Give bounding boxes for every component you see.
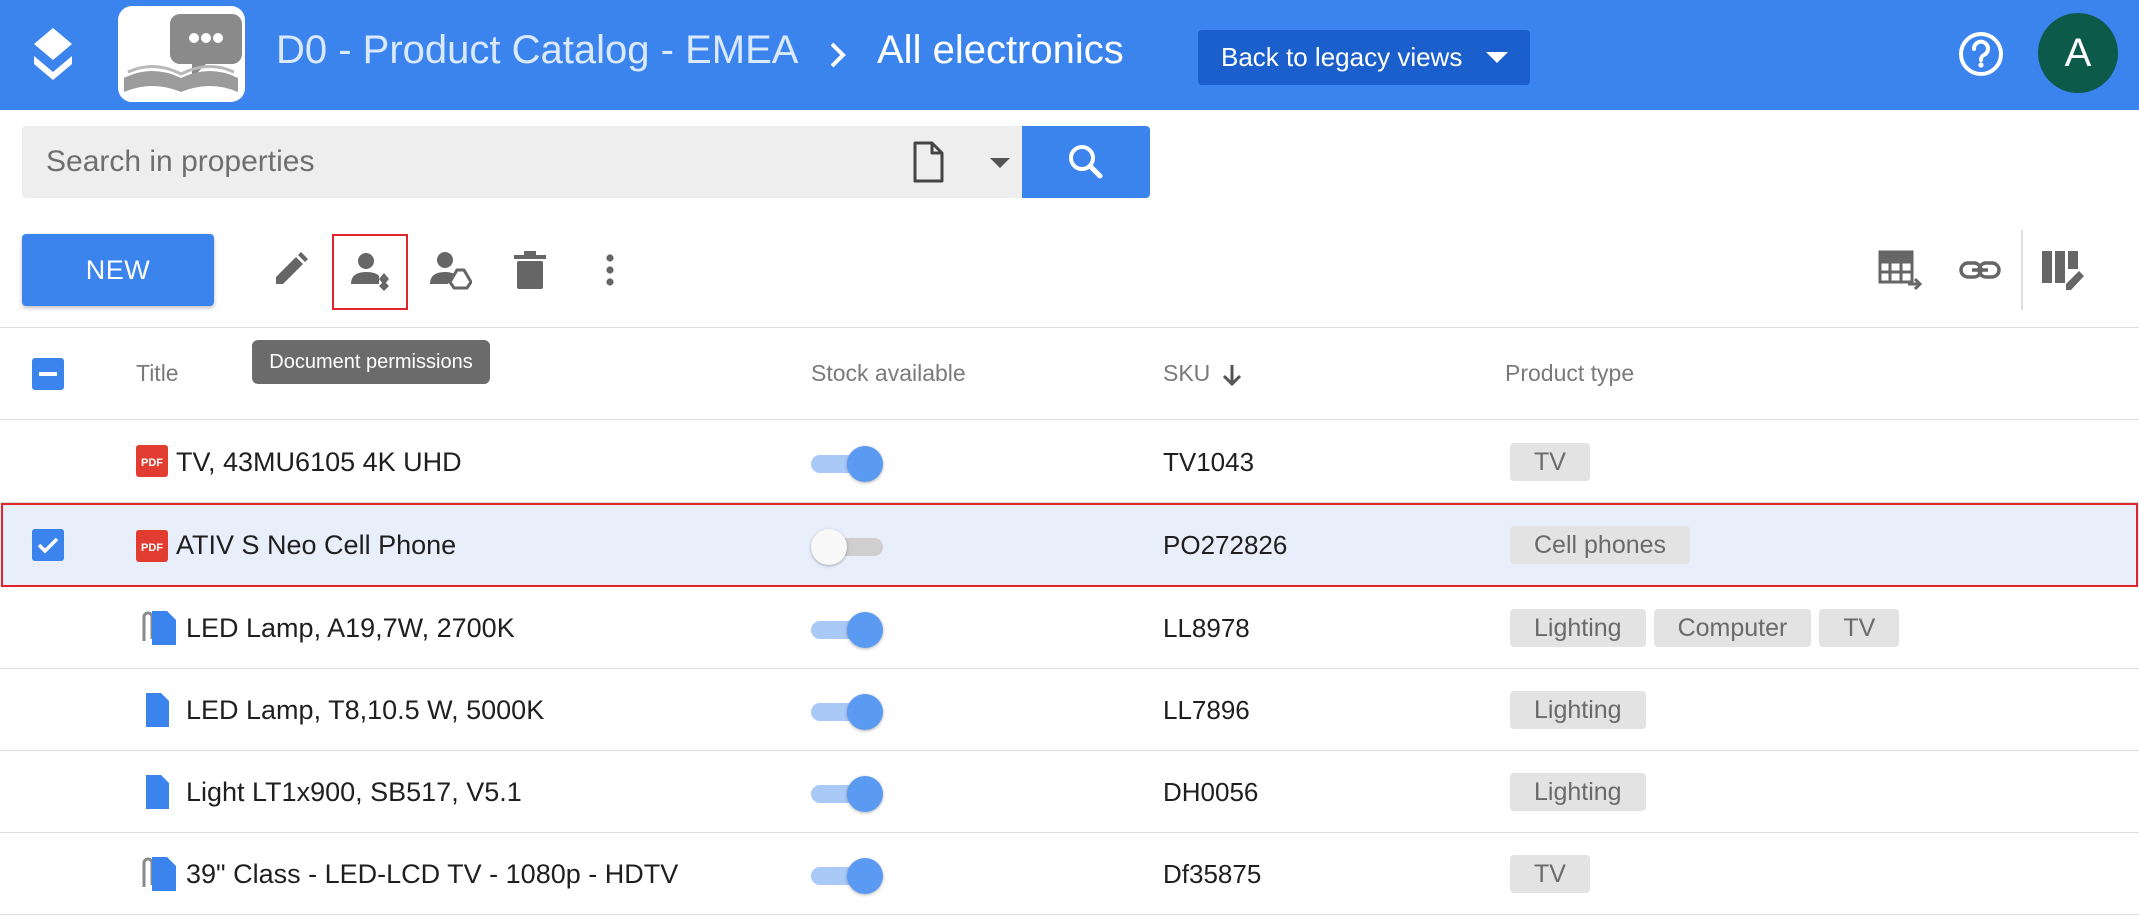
product-type-tag: Lighting bbox=[1510, 609, 1646, 647]
row-title[interactable]: LED Lamp, T8,10.5 W, 5000K bbox=[186, 695, 544, 726]
chevron-right-icon bbox=[830, 42, 846, 68]
svg-text:PDF: PDF bbox=[141, 457, 163, 469]
catalog-thumbnail bbox=[118, 6, 245, 102]
attachment-document-icon bbox=[142, 611, 176, 645]
app-logo-icon[interactable] bbox=[26, 26, 80, 82]
table-header-row: Title Stock available SKU Product type bbox=[0, 328, 2139, 420]
table-row[interactable]: Light LT1x900, SB517, V5.1 DH0056 Lighti… bbox=[0, 751, 2139, 833]
column-header-sku[interactable]: SKU bbox=[1163, 360, 1210, 387]
caret-down-icon bbox=[1486, 52, 1508, 63]
legacy-button-label: Back to legacy views bbox=[1221, 42, 1463, 72]
catalog-book-icon bbox=[124, 14, 242, 92]
search-icon bbox=[1069, 145, 1103, 179]
search-button[interactable] bbox=[1022, 126, 1150, 198]
product-type-tag: TV bbox=[1510, 443, 1590, 481]
new-button[interactable]: NEW bbox=[22, 234, 214, 306]
attachment-document-icon bbox=[142, 857, 176, 891]
product-type-tag: TV bbox=[1819, 609, 1900, 647]
stock-toggle[interactable] bbox=[811, 692, 885, 732]
table-row[interactable]: LED Lamp, A19,7W, 2700K LL8978 Lighting … bbox=[0, 587, 2139, 669]
edit-columns-icon[interactable] bbox=[2040, 248, 2086, 294]
product-type-tag: Computer bbox=[1653, 609, 1812, 647]
table-row[interactable]: LED Lamp, T8,10.5 W, 5000K LL7896 Lighti… bbox=[0, 669, 2139, 751]
selected-row-highlight bbox=[1, 503, 2138, 587]
search-input[interactable] bbox=[46, 126, 886, 198]
row-sku: TV1043 bbox=[1163, 447, 1255, 477]
select-all-checkbox[interactable] bbox=[32, 358, 64, 390]
indeterminate-icon bbox=[39, 372, 57, 376]
delete-icon[interactable] bbox=[508, 248, 552, 292]
stock-toggle[interactable] bbox=[811, 774, 885, 814]
row-sku: LL7896 bbox=[1163, 695, 1250, 725]
document-icon bbox=[146, 693, 169, 727]
row-sku: Df35875 bbox=[1163, 859, 1262, 889]
row-sku: DH0056 bbox=[1163, 777, 1259, 807]
stock-toggle[interactable] bbox=[811, 856, 885, 896]
product-type-tag: TV bbox=[1510, 855, 1590, 893]
help-icon[interactable] bbox=[1958, 31, 2004, 77]
row-sku: LL8978 bbox=[1163, 613, 1250, 643]
breadcrumb-current: All electronics bbox=[877, 28, 1124, 72]
row-title[interactable]: LED Lamp, A19,7W, 2700K bbox=[186, 613, 515, 644]
user-avatar[interactable]: A bbox=[2038, 13, 2118, 93]
edit-icon[interactable] bbox=[268, 248, 312, 292]
row-title[interactable]: TV, 43MU6105 4K UHD bbox=[176, 447, 462, 478]
export-table-icon[interactable] bbox=[1878, 248, 1922, 292]
app-header: D0 - Product Catalog - EMEA All electron… bbox=[0, 0, 2139, 110]
breadcrumb-parent[interactable]: D0 - Product Catalog - EMEA bbox=[276, 28, 798, 73]
row-title[interactable]: Light LT1x900, SB517, V5.1 bbox=[186, 777, 522, 808]
row-title[interactable]: 39" Class - LED-LCD TV - 1080p - HDTV bbox=[186, 859, 678, 890]
doc-type-dropdown-caret-icon[interactable] bbox=[990, 158, 1010, 168]
more-vert-icon[interactable] bbox=[588, 248, 632, 292]
copy-link-icon[interactable] bbox=[1958, 248, 2002, 292]
table-row[interactable]: 39" Class - LED-LCD TV - 1080p - HDTV Df… bbox=[0, 833, 2139, 915]
back-to-legacy-views-button[interactable]: Back to legacy views bbox=[1198, 30, 1530, 85]
product-type-tag: Lighting bbox=[1510, 773, 1646, 811]
sort-descending-icon[interactable] bbox=[1219, 362, 1245, 388]
document-icon bbox=[146, 775, 169, 809]
share-drive-icon[interactable] bbox=[428, 248, 472, 292]
column-header-stock[interactable]: Stock available bbox=[811, 360, 966, 387]
document-type-icon[interactable] bbox=[907, 140, 949, 184]
stock-toggle[interactable] bbox=[811, 610, 885, 650]
product-type-tag: Lighting bbox=[1510, 691, 1646, 729]
stock-toggle[interactable] bbox=[811, 444, 885, 484]
table-row[interactable]: PDF TV, 43MU6105 4K UHD TV1043 TV bbox=[0, 421, 2139, 503]
column-header-product-type[interactable]: Product type bbox=[1505, 360, 1634, 387]
toolbar-divider bbox=[2021, 230, 2023, 310]
search-bar bbox=[22, 126, 1022, 198]
document-permissions-icon[interactable] bbox=[348, 248, 392, 292]
pdf-icon: PDF bbox=[136, 445, 168, 477]
column-header-title[interactable]: Title bbox=[136, 360, 179, 387]
